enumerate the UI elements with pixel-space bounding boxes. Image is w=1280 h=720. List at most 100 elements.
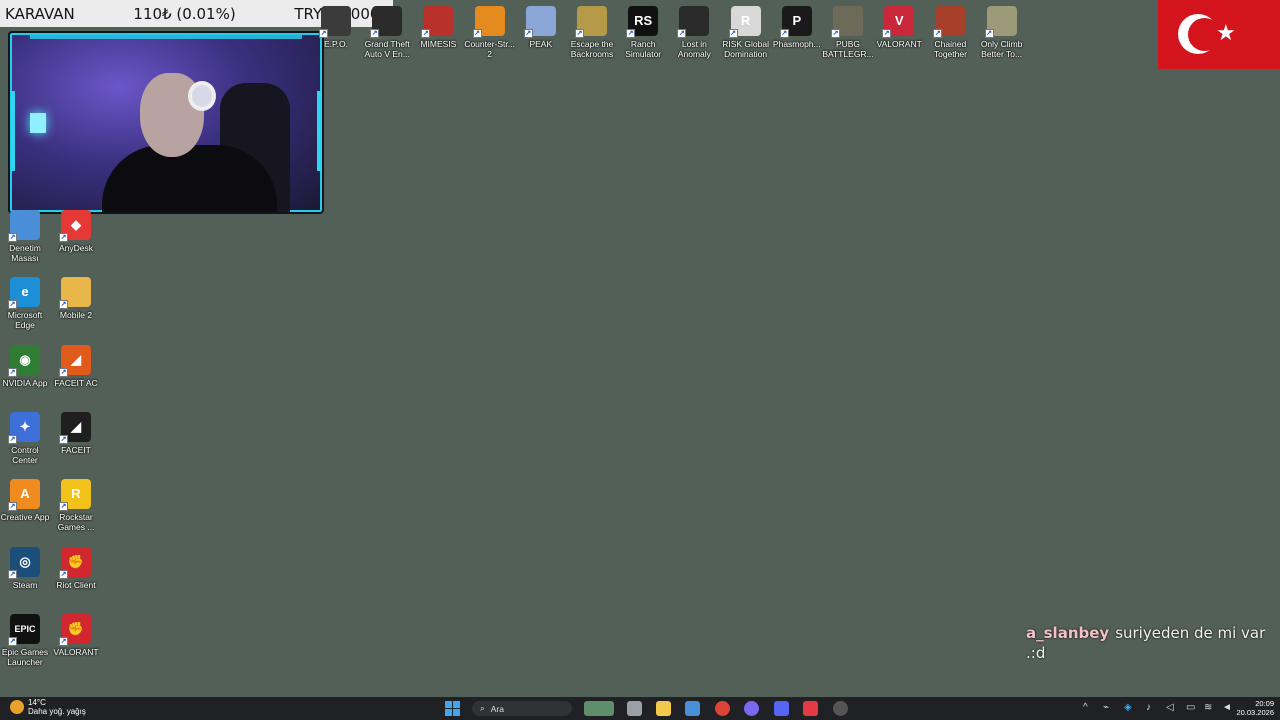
microsoft-edge-glyph: e bbox=[21, 284, 29, 300]
only-climb-better-to-icon: ↗ bbox=[984, 6, 1017, 38]
desktop-icon-peak[interactable]: ↗ PEAK bbox=[515, 6, 567, 49]
shortcut-arrow-icon: ↗ bbox=[472, 29, 482, 38]
start-button[interactable] bbox=[445, 701, 460, 716]
desktop-icon-label: Epic Games Launcher bbox=[1, 646, 49, 667]
desktop-icon-ranch-simulator[interactable]: RS ↗ Ranch Simulator bbox=[617, 6, 669, 59]
volume-icon[interactable]: ◄ bbox=[1222, 702, 1232, 717]
desktop-icon-label: NVIDIA App bbox=[2, 377, 48, 388]
discord-icon[interactable] bbox=[774, 701, 789, 716]
shortcut-arrow-icon: ↗ bbox=[933, 29, 943, 38]
desktop-icon-mimesis[interactable]: ↗ MIMESIS bbox=[412, 6, 464, 49]
desktop-icon-valorant[interactable]: ✊ ↗ VALORANT bbox=[50, 613, 102, 657]
shortcut-arrow-icon: ↗ bbox=[59, 367, 68, 377]
desktop-icon-control-center[interactable]: ✦ ↗ Control Center bbox=[0, 411, 51, 465]
shortcut-arrow-icon: ↗ bbox=[575, 29, 584, 38]
shortcut-arrow-icon: ↗ bbox=[882, 29, 892, 38]
denetim-masas-icon: ↗ bbox=[8, 210, 40, 242]
pubg-battlegr-icon: ↗ bbox=[831, 6, 863, 38]
wifi-icon[interactable]: ≋ bbox=[1204, 702, 1212, 717]
valorant-icon: V ↗ bbox=[882, 6, 915, 38]
shortcut-arrow-icon: ↗ bbox=[8, 233, 17, 242]
desktop-icon-denetim-masas[interactable]: ↗ Denetim Masası bbox=[0, 210, 51, 263]
messenger-icon[interactable] bbox=[744, 701, 759, 716]
desktop-icon-valorant[interactable]: V ↗ VALORANT bbox=[873, 6, 925, 49]
control-center-glyph: ✦ bbox=[19, 418, 31, 434]
phasmoph-icon: P ↗ bbox=[779, 6, 812, 38]
webcam-frame-top bbox=[30, 33, 302, 39]
shortcut-arrow-icon: ↗ bbox=[59, 502, 68, 512]
shortcut-arrow-icon: ↗ bbox=[8, 569, 17, 579]
desktop-icon-chained-together[interactable]: ↗ Chained Together bbox=[924, 6, 976, 59]
desktop-icon-e-p-o[interactable]: ↗ E.P.O. bbox=[310, 6, 362, 49]
desktop-icon-phasmoph[interactable]: P ↗ Phasmoph... bbox=[771, 6, 823, 49]
desktop-icon-anydesk[interactable]: ◆ ↗ AnyDesk bbox=[50, 210, 102, 253]
star-icon: ★ bbox=[1216, 20, 1236, 45]
shortcut-arrow-icon: ↗ bbox=[319, 29, 328, 38]
desktop-icon-counter-str-2[interactable]: ↗ Counter-Str... 2 bbox=[464, 6, 516, 59]
desktop-icon-faceit-ac[interactable]: ◢ ↗ FACEIT AC bbox=[50, 344, 102, 388]
creative-app-glyph: A bbox=[20, 486, 30, 502]
steam-icon: ◎ ↗ bbox=[8, 546, 40, 579]
desktop-icon-microsoft-edge[interactable]: e ↗ Microsoft Edge bbox=[0, 277, 51, 330]
shortcut-arrow-icon: ↗ bbox=[59, 569, 68, 579]
desktop-icon-label: Mobile 2 bbox=[59, 310, 93, 321]
store-icon[interactable] bbox=[685, 701, 700, 716]
counter-str-2-icon: ↗ bbox=[472, 6, 505, 38]
desktop-icon-label: Chained Together bbox=[933, 39, 967, 59]
file-explorer-icon[interactable] bbox=[656, 701, 671, 716]
tray-chevron-icon[interactable]: ^ bbox=[1083, 702, 1088, 717]
desktop-icon-escape-the-backrooms[interactable]: ↗ Escape the Backrooms bbox=[566, 6, 618, 59]
speaker-icon[interactable]: ◁ bbox=[1166, 702, 1174, 717]
shortcut-arrow-icon: ↗ bbox=[59, 233, 68, 242]
donation-amount: 110₺ (0.01%) bbox=[133, 4, 236, 23]
obs-record-icon[interactable] bbox=[803, 701, 818, 716]
donor-name: KARAVAN bbox=[5, 4, 75, 23]
mimesis-icon: ↗ bbox=[421, 6, 454, 38]
weather-widget[interactable]: 14°C Daha yoğ. yağış bbox=[10, 698, 86, 716]
desktop-icon-label: AnyDesk bbox=[58, 243, 93, 253]
desktop-icon-pubg-battlegr[interactable]: ↗ PUBG BATTLEGR... bbox=[822, 6, 874, 59]
desktop-icon-label: Only Climb Better To... bbox=[980, 39, 1023, 59]
desktop-icon-lost-in-anomaly[interactable]: ↗ Lost in Anomaly bbox=[668, 6, 720, 59]
shortcut-arrow-icon: ↗ bbox=[523, 29, 533, 38]
microsoft-edge-icon: e ↗ bbox=[8, 277, 40, 310]
desktop-icon-creative-app[interactable]: A ↗ Creative App bbox=[0, 479, 51, 522]
escape-the-backrooms-icon: ↗ bbox=[575, 6, 607, 38]
valorant-glyph: ✊ bbox=[67, 620, 85, 636]
desktop-icon-steam[interactable]: ◎ ↗ Steam bbox=[0, 546, 51, 590]
microphone-icon[interactable]: ♪ bbox=[1146, 702, 1151, 717]
desktop-icon-faceit[interactable]: ◢ ↗ FACEIT bbox=[50, 411, 102, 455]
epic-games-launcher-icon: EPIC ↗ bbox=[8, 613, 40, 646]
desktop-icon-label: FACEIT AC bbox=[54, 377, 98, 388]
desktop-icon-grand-theft-auto-v-en[interactable]: ↗ Grand Theft Auto V En... bbox=[361, 6, 413, 59]
desktop-icon-nvidia-app[interactable]: ◉ ↗ NVIDIA App bbox=[0, 344, 51, 388]
turkish-flag: ★ bbox=[1158, 0, 1280, 69]
desktop-icon-mobile-2[interactable]: ↗ Mobile 2 bbox=[50, 277, 102, 320]
desktop-icon-only-climb-better-to[interactable]: ↗ Only Climb Better To... bbox=[976, 6, 1028, 59]
app-tray-icon[interactable]: ◈ bbox=[1124, 702, 1132, 717]
valorant-icon: ✊ ↗ bbox=[59, 613, 91, 646]
search-placeholder: Ara bbox=[490, 703, 504, 714]
weather-desc: Daha yoğ. yağış bbox=[28, 706, 86, 716]
desktop-icon-risk-global-domination[interactable]: R ↗ RISK Global Domination bbox=[720, 6, 772, 59]
peak-icon: ↗ bbox=[523, 6, 556, 38]
webcam-frame-right bbox=[317, 91, 321, 171]
widgets-icon[interactable] bbox=[584, 701, 614, 716]
settings-icon[interactable] bbox=[833, 701, 848, 716]
shortcut-arrow-icon: ↗ bbox=[8, 367, 17, 377]
display-icon[interactable]: ▭ bbox=[1186, 702, 1195, 717]
network-icon[interactable]: ⌁ bbox=[1103, 702, 1109, 717]
task-view-icon[interactable] bbox=[627, 701, 642, 716]
taskbar-search[interactable]: ⌕ Ara bbox=[472, 701, 572, 716]
desktop-icon-label: VALORANT bbox=[876, 39, 922, 49]
chrome-icon[interactable] bbox=[715, 701, 730, 716]
nvidia-app-glyph: ◉ bbox=[19, 351, 31, 367]
desktop-icon-label: Microsoft Edge bbox=[7, 310, 43, 331]
taskbar-clock[interactable]: 20:09 20.03.2026 bbox=[1236, 699, 1274, 717]
desktop-icon-label: PEAK bbox=[529, 39, 553, 49]
desktop-icon-label: Escape the Backrooms bbox=[570, 39, 614, 59]
desktop-icon-epic-games-launcher[interactable]: EPIC ↗ Epic Games Launcher bbox=[0, 613, 51, 667]
desktop-icon-label: RISK Global Domination bbox=[722, 39, 769, 59]
desktop-icon-rockstar-games[interactable]: R ↗ Rockstar Games ... bbox=[50, 479, 102, 532]
desktop-icon-riot-client[interactable]: ✊ ↗ Riot Client bbox=[50, 546, 102, 590]
